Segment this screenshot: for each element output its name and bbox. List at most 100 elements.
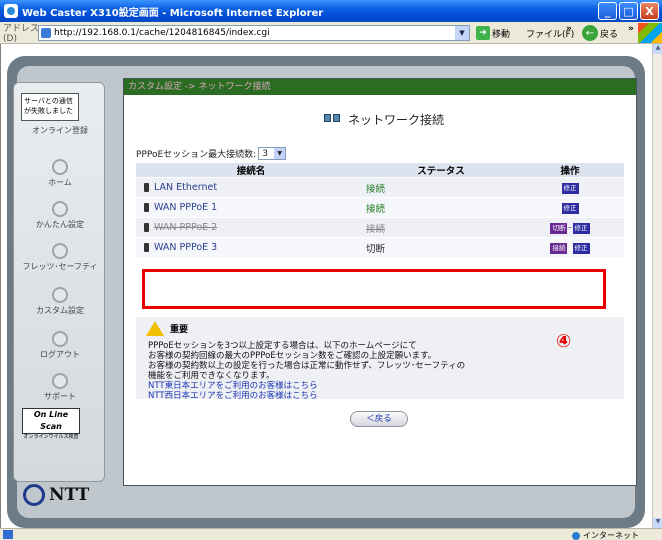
table-row: WAN PPPoE 1 接続 修正 <box>136 197 624 218</box>
edit-button[interactable]: 修正 <box>561 202 579 214</box>
ntt-logo-text: NTT <box>49 485 90 505</box>
go-label: 移動 <box>492 29 511 40</box>
windows-logo-icon <box>638 23 662 43</box>
wand-icon <box>52 201 68 217</box>
table-header-row: 接続名 ステータス 操作 <box>136 163 624 178</box>
back-arrow-icon: ← <box>582 25 598 41</box>
status-cell: 接続 <box>366 197 516 218</box>
browser-back-label: 戻る <box>600 29 619 40</box>
breadcrumb: カスタム設定 -> ネットワーク接続 <box>124 79 636 95</box>
home-icon <box>52 159 68 175</box>
status-cell: 接続 <box>366 177 516 198</box>
warning-title: 重要 <box>170 325 189 335</box>
chevron-down-icon: ▼ <box>274 148 286 159</box>
window-title-bar: Web Caster X310設定画面 - Microsoft Internet… <box>0 0 662 22</box>
sidebar-item-home[interactable]: ホーム <box>14 159 106 188</box>
go-button[interactable]: ➜ 移動 <box>476 26 510 40</box>
address-url: http://192.168.0.1/cache/1204816845/inde… <box>54 28 270 38</box>
column-header-name: 接続名 <box>136 163 366 178</box>
address-label: アドレス(D) <box>3 24 40 44</box>
table-row: LAN Ethernet 接続 修正 <box>136 177 624 198</box>
maximize-button[interactable]: □ <box>619 2 638 20</box>
ntt-west-link[interactable]: NTT西日本エリアをご利用のお客様はこちら <box>148 391 465 401</box>
connect-button[interactable]: 接続 <box>550 242 568 254</box>
security-zone: インターネット <box>572 530 639 540</box>
plug-icon <box>144 223 149 232</box>
sidebar-item-flets-safety[interactable]: フレッツ･セーフティ <box>14 243 106 272</box>
plug-icon <box>144 203 149 212</box>
minimize-button[interactable]: _ <box>598 2 617 20</box>
ntt-logo: NTT <box>23 484 89 506</box>
toolbar-chevron-1[interactable]: » <box>566 24 572 34</box>
logout-icon <box>52 331 68 347</box>
sidebar-item-easy-setup[interactable]: かんたん設定 <box>14 201 106 230</box>
status-cell: 接続 <box>366 217 516 238</box>
scroll-down-icon[interactable]: ▼ <box>653 518 662 528</box>
vertical-scrollbar[interactable]: ▲ ▼ <box>652 44 662 528</box>
scroll-up-icon[interactable]: ▲ <box>653 44 662 54</box>
sidebar-item-label: かんたん設定 <box>36 220 84 229</box>
online-scan-title: On Line Scan <box>33 410 69 431</box>
sidebar-item-label: サポート <box>44 392 76 401</box>
edit-button[interactable]: 修正 <box>561 182 579 194</box>
connection-name: WAN PPPoE 1 <box>154 202 218 213</box>
online-scan-button[interactable]: On Line Scan オンラインウイルス検査 <box>22 408 80 440</box>
toolbar-chevron-2[interactable]: » <box>628 24 634 34</box>
highlight-annotation-box <box>142 269 606 309</box>
address-input[interactable]: http://192.168.0.1/cache/1204816845/inde… <box>38 25 470 41</box>
connection-name: WAN PPPoE 3 <box>154 242 218 253</box>
ntt-circle-icon <box>23 484 45 506</box>
pppoe-max-label: PPPoEセッション最大接続数: <box>136 150 257 160</box>
sidebar-item-support[interactable]: サポート <box>14 373 106 402</box>
connection-name-cell[interactable]: WAN PPPoE 2 <box>136 217 366 238</box>
close-button[interactable]: X <box>640 2 659 20</box>
sidebar-item-label: ログアウト <box>40 350 80 359</box>
connection-table: 接続名 ステータス 操作 LAN Ethernet 接続 修正 WAN PPPo… <box>136 163 624 258</box>
content-panel: カスタム設定 -> ネットワーク接続 ネットワーク接続 PPPoEセッション最大… <box>123 78 637 486</box>
status-bar: インターネット <box>0 528 662 540</box>
server-error-notice: サーバとの通信が失敗しました <box>21 93 79 121</box>
warning-line: PPPoEセッションを3つ以上設定する場合は、以下のホームページにて <box>148 341 417 351</box>
plug-icon <box>144 243 149 252</box>
pppoe-max-select[interactable]: 3 ▼ <box>258 147 287 160</box>
sidebar-item-custom-setup[interactable]: カスタム設定 <box>14 287 106 316</box>
ie-icon <box>4 4 18 18</box>
warning-box: 重要 PPPoEセッションを3つ以上設定する場合は、以下のホームページにて お客… <box>136 317 624 401</box>
ops-cell: 接続 修正 <box>516 237 624 258</box>
page-icon <box>41 28 51 38</box>
window-controls: _ □ X <box>598 2 659 20</box>
plug-icon <box>144 183 149 192</box>
warning-line: お客様の契約回線の最大のPPPoEセッション数をご確認の上設定願います。 <box>148 351 437 361</box>
ops-cell: 修正 <box>516 197 624 218</box>
column-header-ops: 操作 <box>516 163 624 178</box>
connection-name-cell[interactable]: LAN Ethernet <box>136 177 366 198</box>
column-header-status: ステータス <box>366 163 516 178</box>
edit-button[interactable]: 修正 <box>572 222 590 234</box>
connection-name-cell[interactable]: WAN PPPoE 3 <box>136 237 366 258</box>
edit-button[interactable]: 修正 <box>572 242 590 254</box>
sidebar-item-online-register[interactable]: オンライン登録 <box>14 125 106 136</box>
ntt-east-link[interactable]: NTT東日本エリアをご利用のお客様はこちら <box>148 381 465 391</box>
warning-heading: 重要 <box>146 321 188 336</box>
table-row: WAN PPPoE 3 切断 接続 修正 <box>136 237 624 258</box>
address-dropdown-icon[interactable]: ▼ <box>455 26 469 40</box>
step-annotation: ④ <box>556 331 572 352</box>
sidebar-item-logout[interactable]: ログアウト <box>14 331 106 360</box>
page-title: ネットワーク接続 <box>324 111 444 128</box>
window-title: Web Caster X310設定画面 - Microsoft Internet… <box>22 7 324 19</box>
browser-back-button[interactable]: ← 戻る <box>582 25 618 41</box>
sidebar-item-label: オンライン登録 <box>32 126 88 135</box>
browser-page: サーバとの通信が失敗しました オンライン登録 ホーム かんたん設定 フレッツ･セ… <box>0 44 652 528</box>
back-button[interactable]: ＜戻る <box>350 411 408 427</box>
ops-cell: 切断 修正 <box>516 217 624 238</box>
connection-name-cell[interactable]: WAN PPPoE 1 <box>136 197 366 218</box>
online-scan-subtitle: オンラインウイルス検査 <box>23 434 79 440</box>
sidebar-item-label: カスタム設定 <box>36 306 84 315</box>
warning-line: 機能をご利用できなくなります。 <box>148 371 275 381</box>
sidebar: サーバとの通信が失敗しました オンライン登録 ホーム かんたん設定 フレッツ･セ… <box>13 82 105 482</box>
sidebar-item-label: ホーム <box>48 178 72 187</box>
sidebar-item-label: フレッツ･セーフティ <box>22 262 98 271</box>
pppoe-max-row: PPPoEセッション最大接続数: 3 ▼ <box>136 147 287 160</box>
disconnect-button[interactable]: 切断 <box>550 222 568 234</box>
zone-label: インターネット <box>583 531 639 540</box>
